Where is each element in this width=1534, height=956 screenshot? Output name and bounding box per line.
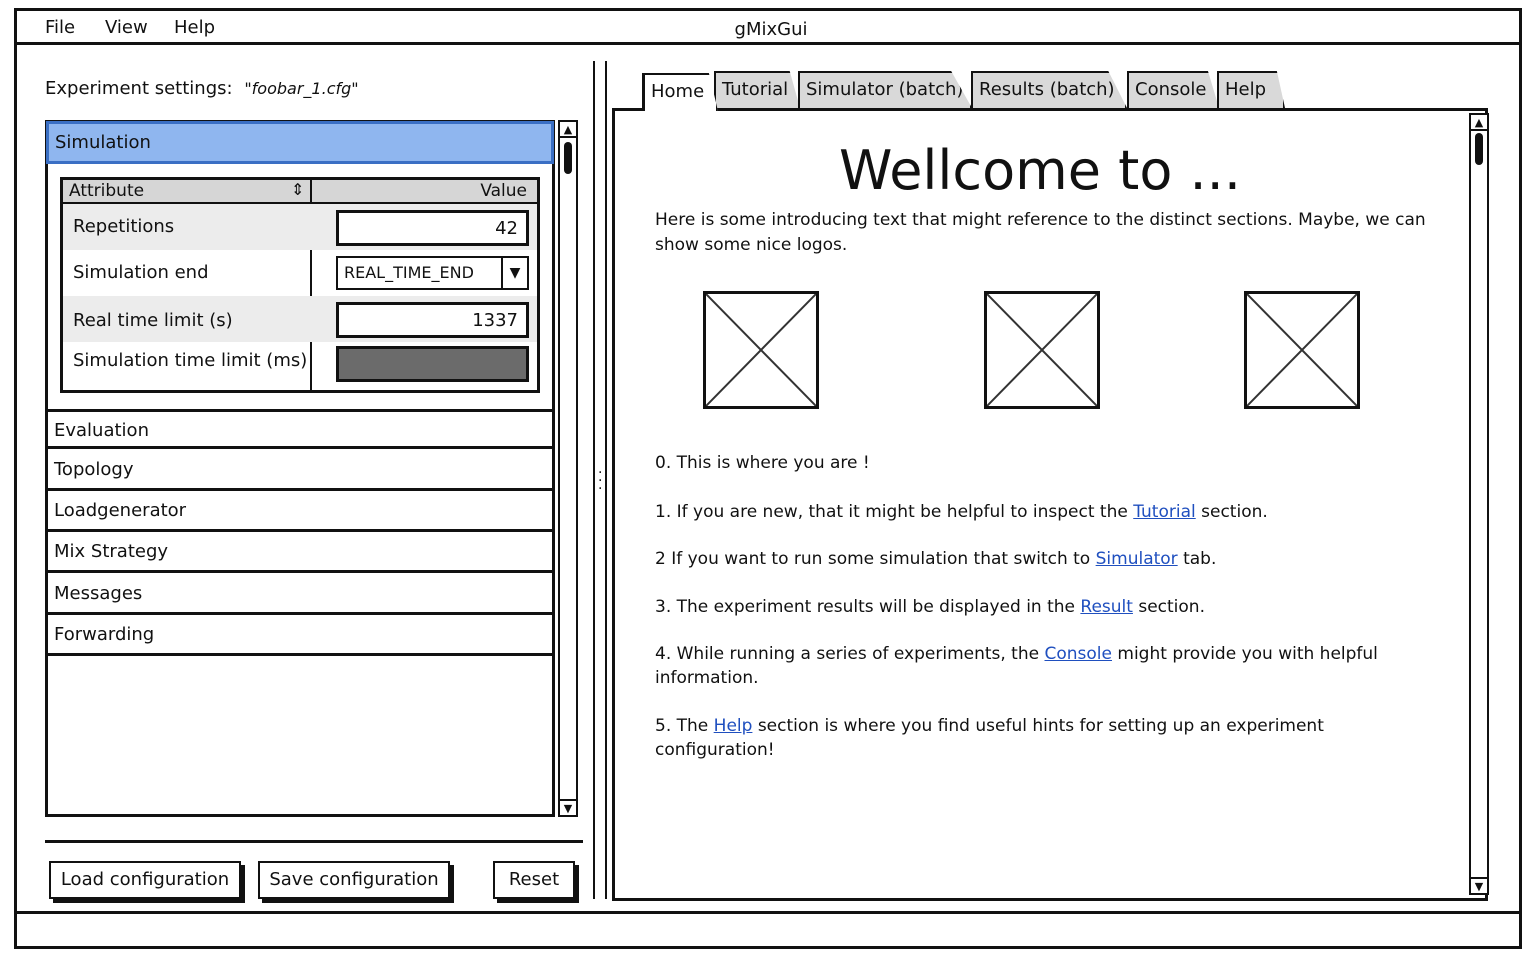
console-link[interactable]: Console bbox=[1045, 644, 1113, 664]
window-title: gMixGui bbox=[734, 19, 808, 40]
accordion-simulation[interactable]: Simulation bbox=[46, 121, 554, 164]
list-item: 3. The experiment results will be displa… bbox=[655, 595, 1445, 619]
row-label-simulation-time-limit: Simulation time limit (ms) bbox=[73, 350, 308, 371]
table-row: Simulation end REAL_TIME_END ▼ bbox=[63, 250, 537, 296]
row-label-simulation-end: Simulation end bbox=[73, 262, 209, 283]
simulation-end-select[interactable]: REAL_TIME_END ▼ bbox=[336, 256, 529, 290]
help-link[interactable]: Help bbox=[714, 716, 753, 736]
settings-scrollbar[interactable]: ▲ ▼ bbox=[558, 120, 578, 817]
config-filename: "foobar_1.cfg" bbox=[244, 79, 359, 98]
list-item: 0. This is where you are ! bbox=[655, 451, 1445, 475]
sort-icon[interactable]: ⇕ bbox=[291, 180, 304, 199]
table-row: Simulation time limit (ms) bbox=[63, 342, 537, 388]
simulation-time-limit-input bbox=[336, 346, 529, 382]
main-pane: Home Tutorial Simulator (batch) Results … bbox=[612, 71, 1492, 901]
accordion-topology[interactable]: Topology bbox=[48, 451, 552, 491]
accordion-evaluation[interactable]: Evaluation bbox=[48, 409, 552, 449]
intro-text: Here is some introducing text that might… bbox=[655, 210, 1426, 255]
experiment-settings-label: Experiment settings: "foobar_1.cfg" bbox=[45, 78, 359, 99]
accordion-messages[interactable]: Messages bbox=[48, 575, 552, 615]
arrow-down-icon[interactable]: ▼ bbox=[560, 799, 576, 815]
grip-icon[interactable]: · · · bbox=[598, 466, 602, 496]
step-text: 5. The bbox=[655, 716, 714, 736]
content-scrollbar[interactable]: ▲ ▼ bbox=[1469, 113, 1489, 895]
tab-home[interactable]: Home bbox=[642, 73, 718, 111]
tutorial-link[interactable]: Tutorial bbox=[1133, 502, 1196, 522]
settings-accordion: Simulation Attribute ⇕ Value Repetitions… bbox=[45, 120, 555, 817]
result-link[interactable]: Result bbox=[1080, 597, 1133, 617]
arrow-up-icon[interactable]: ▲ bbox=[560, 122, 576, 138]
tab-tutorial[interactable]: Tutorial bbox=[714, 71, 800, 108]
repetitions-input[interactable]: 42 bbox=[336, 210, 529, 246]
image-placeholder-icon bbox=[984, 291, 1100, 409]
row-label-real-time-limit: Real time limit (s) bbox=[73, 310, 233, 331]
accordion-mix-strategy[interactable]: Mix Strategy bbox=[48, 533, 552, 573]
step-text: 4. While running a series of experiments… bbox=[655, 644, 1045, 664]
chevron-down-icon[interactable]: ▼ bbox=[501, 258, 527, 288]
tab-results-batch[interactable]: Results (batch) bbox=[971, 71, 1127, 108]
tab-console[interactable]: Console bbox=[1127, 71, 1219, 108]
real-time-limit-input[interactable]: 1337 bbox=[336, 302, 529, 338]
row-label-repetitions: Repetitions bbox=[73, 216, 175, 237]
step-text: section is where you find useful hints f… bbox=[655, 716, 1324, 760]
simulation-end-value: REAL_TIME_END bbox=[344, 263, 474, 282]
list-item: 1. If you are new, that it might be help… bbox=[655, 500, 1445, 524]
tab-help[interactable]: Help bbox=[1217, 71, 1285, 108]
scrollbar-thumb[interactable] bbox=[564, 142, 572, 174]
list-item: 5. The Help section is where you find us… bbox=[655, 714, 1445, 762]
list-item: 4. While running a series of experiments… bbox=[655, 642, 1445, 690]
save-configuration-button[interactable]: Save configuration bbox=[258, 861, 450, 899]
step-text: 2 If you want to run some simulation tha… bbox=[655, 549, 1096, 569]
step-text: 3. The experiment results will be displa… bbox=[655, 597, 1081, 617]
settings-label: Experiment settings: bbox=[45, 78, 233, 99]
accordion-loadgenerator[interactable]: Loadgenerator bbox=[48, 492, 552, 532]
scrollbar-thumb[interactable] bbox=[1475, 133, 1483, 165]
tab-simulator-batch[interactable]: Simulator (batch) bbox=[798, 71, 972, 108]
simulator-link[interactable]: Simulator bbox=[1096, 549, 1178, 569]
pane-splitter[interactable]: · · · bbox=[593, 61, 607, 899]
accordion-forwarding[interactable]: Forwarding bbox=[48, 616, 552, 656]
reset-button[interactable]: Reset bbox=[493, 861, 575, 899]
image-placeholder-icon bbox=[1244, 291, 1360, 409]
list-item: 2 If you want to run some simulation tha… bbox=[655, 547, 1445, 571]
step-text: 0. This is where you are ! bbox=[655, 453, 870, 473]
page-title: Wellcome to ... bbox=[838, 139, 1242, 202]
status-bar-divider bbox=[17, 911, 1519, 914]
menu-bar: File View Help gMixGui bbox=[17, 11, 1519, 45]
column-attribute[interactable]: Attribute bbox=[69, 181, 144, 201]
column-value[interactable]: Value bbox=[480, 181, 527, 201]
settings-pane: Experiment settings: "foobar_1.cfg" Simu… bbox=[17, 48, 597, 908]
step-text: section. bbox=[1132, 597, 1205, 617]
step-text: 1. If you are new, that it might be help… bbox=[655, 502, 1134, 522]
divider bbox=[45, 840, 583, 843]
property-table: Attribute ⇕ Value Repetitions 42 Simulat… bbox=[60, 177, 540, 393]
property-table-header: Attribute ⇕ Value bbox=[63, 180, 537, 204]
table-row: Repetitions 42 bbox=[63, 204, 537, 250]
arrow-up-icon[interactable]: ▲ bbox=[1471, 115, 1487, 131]
home-content: Wellcome to ... Here is some introducing… bbox=[612, 108, 1489, 901]
image-placeholder-icon bbox=[703, 291, 819, 409]
load-configuration-button[interactable]: Load configuration bbox=[49, 861, 241, 899]
step-text: section. bbox=[1195, 502, 1268, 522]
step-text: tab. bbox=[1177, 549, 1217, 569]
arrow-down-icon[interactable]: ▼ bbox=[1471, 877, 1487, 893]
app-window: File View Help gMixGui Experiment settin… bbox=[14, 8, 1522, 949]
table-row: Real time limit (s) 1337 bbox=[63, 296, 537, 342]
